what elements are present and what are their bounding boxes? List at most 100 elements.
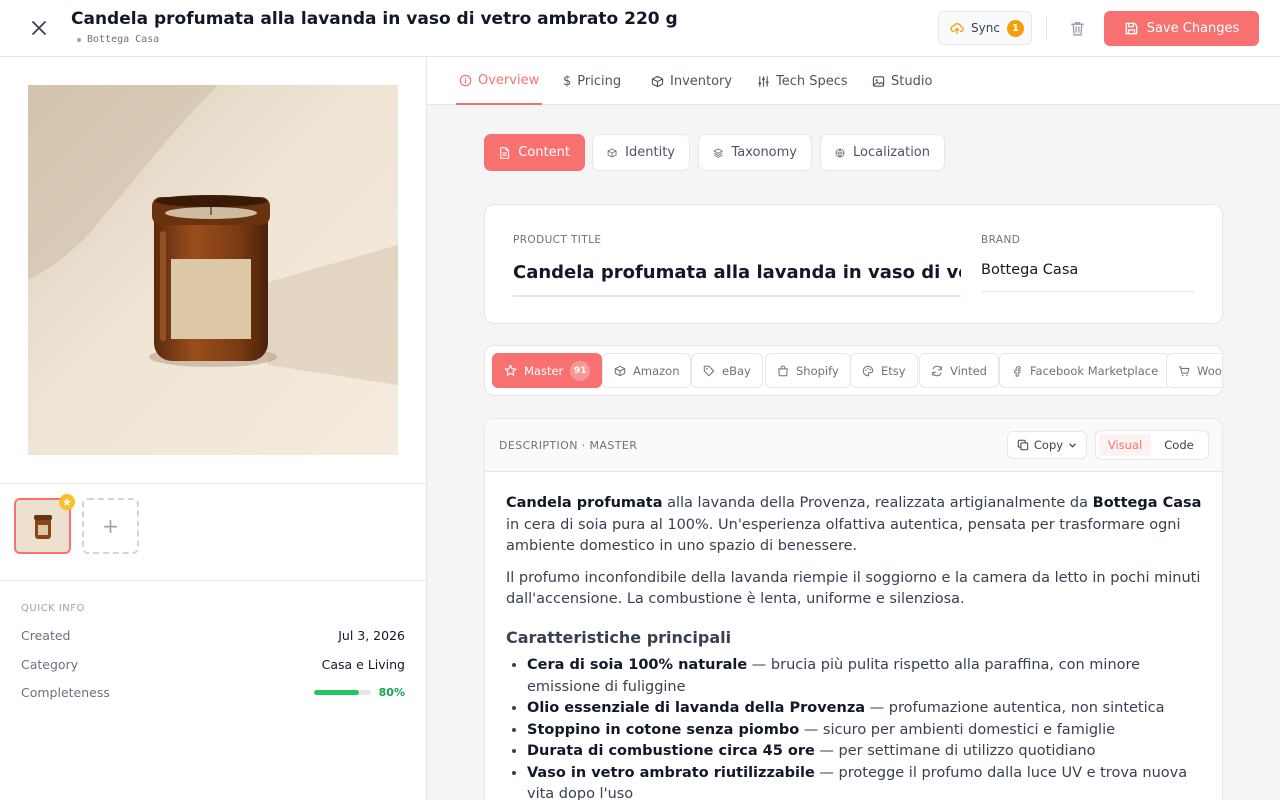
brand-label: Bottega Casa <box>87 34 160 45</box>
paragraph: Candela profumata alla lavanda della Pro… <box>506 493 1206 558</box>
tag-icon <box>703 365 715 376</box>
cloud-upload-icon <box>950 23 964 34</box>
channel-label: Vinted <box>950 363 987 378</box>
sync-button[interactable]: Sync 1 <box>938 11 1032 45</box>
description-card: DESCRIPTION · MASTER Copy Visual Code Ca… <box>484 418 1223 800</box>
tab-label: Studio <box>891 73 933 89</box>
brand-subtitle: Bottega Casa <box>77 34 159 45</box>
cube-icon <box>614 365 626 376</box>
close-button[interactable] <box>26 15 52 41</box>
score-badge: 91 <box>570 360 591 381</box>
divider <box>0 483 426 484</box>
product-image[interactable] <box>28 85 398 455</box>
save-label: Save Changes <box>1146 21 1240 36</box>
text: alla lavanda della Provenza, realizzata … <box>662 495 1093 511</box>
progress-track <box>313 690 371 695</box>
info-icon <box>459 74 472 86</box>
subtab-label: Taxonomy <box>731 145 797 160</box>
progress-fill <box>313 690 360 695</box>
visual-mode-button[interactable]: Visual <box>1099 434 1151 456</box>
code-mode-button[interactable]: Code <box>1153 434 1205 456</box>
sync-label: Sync <box>971 21 1000 35</box>
channel-shopify[interactable]: Shopify <box>765 353 851 388</box>
divider <box>1046 16 1047 40</box>
info-key: Completeness <box>21 685 110 700</box>
tab-pricing[interactable]: $ Pricing <box>563 57 621 105</box>
channel-amazon[interactable]: Amazon <box>602 353 692 388</box>
list-item: Cera di soia 100% naturale — brucia più … <box>527 655 1206 698</box>
copy-icon <box>1017 439 1029 451</box>
description-editor[interactable]: Candela profumata alla lavanda della Pro… <box>506 493 1206 800</box>
channel-label: eBay <box>722 363 751 378</box>
channel-vinted[interactable]: Vinted <box>919 353 999 388</box>
subtab-content[interactable]: Content <box>484 134 585 171</box>
shopping-bag-icon <box>778 365 788 376</box>
add-image-button[interactable]: + <box>82 498 139 554</box>
paragraph: Il profumo inconfondibile della lavanda … <box>506 569 1201 608</box>
tab-overview[interactable]: Overview <box>456 57 543 105</box>
info-key: Created <box>21 628 71 643</box>
channel-selector: Master 91 Amazon eBay Shopify Etsy Vinte… <box>484 345 1223 396</box>
tab-label: Pricing <box>577 73 622 89</box>
info-value: Casa e Living <box>321 657 405 672</box>
candle-photo <box>28 85 398 455</box>
refresh-icon <box>932 365 942 376</box>
product-title-input[interactable]: Candela profumata alla lavanda in vaso d… <box>513 262 961 297</box>
info-key: Category <box>21 657 79 672</box>
right-panel: Overview $ Pricing Inventory Tech Specs … <box>427 57 1280 800</box>
brand-label: BRAND <box>981 234 1021 246</box>
save-icon <box>1125 22 1138 35</box>
completeness-progress: 80% <box>313 685 405 700</box>
tab-inventory[interactable]: Inventory <box>651 57 732 105</box>
section-heading: Caratteristiche principali <box>506 627 732 647</box>
subtab-taxonomy[interactable]: Taxonomy <box>698 134 812 171</box>
list-item: Stoppino in cotone senza piombo — sicuro… <box>527 720 1206 742</box>
channel-label: Facebook Marketplace <box>1030 363 1159 378</box>
channel-label: Shopify <box>796 363 839 378</box>
description-title: DESCRIPTION · MASTER <box>499 439 638 452</box>
info-row-completeness: Completeness 80% <box>21 685 405 700</box>
main-tabs: Overview $ Pricing Inventory Tech Specs … <box>427 57 1280 105</box>
bold-text: Durata di combustione circa 45 ore <box>527 743 815 759</box>
channel-label: Amazon <box>633 363 680 378</box>
text: in cera di soia pura al 100%. Un'esperie… <box>506 516 1181 555</box>
layers-icon <box>713 147 723 158</box>
page-title: Candela profumata alla lavanda in vaso d… <box>71 9 678 29</box>
subtab-label: Content <box>518 145 570 160</box>
channel-master[interactable]: Master 91 <box>492 353 603 388</box>
cube-icon <box>607 148 617 157</box>
delete-button[interactable] <box>1065 16 1089 40</box>
subtab-identity[interactable]: Identity <box>592 134 690 171</box>
sync-count-badge: 1 <box>1006 19 1024 37</box>
image-icon <box>872 75 885 87</box>
feature-list: Cera di soia 100% naturale — brucia più … <box>506 655 1206 800</box>
left-panel: + QUICK INFO Created Jul 3, 2026 Categor… <box>0 57 427 800</box>
save-button[interactable]: Save Changes <box>1104 11 1259 46</box>
text: — sicuro per ambienti domestici e famigl… <box>799 721 1116 738</box>
channel-facebook-marketplace[interactable]: Facebook Marketplace <box>999 353 1171 388</box>
info-value: Jul 3, 2026 <box>338 628 405 643</box>
bold-text: Bottega Casa <box>1092 495 1202 511</box>
facebook-icon <box>1014 365 1021 377</box>
tab-tech-specs[interactable]: Tech Specs <box>757 57 848 105</box>
tab-studio[interactable]: Studio <box>872 57 932 105</box>
bold-text: Candela profumata <box>506 495 663 511</box>
dollar-icon: $ <box>563 73 572 89</box>
text: — per settimane di utilizzo quotidiano <box>814 743 1096 759</box>
brand-input[interactable]: Bottega Casa <box>981 262 1195 292</box>
tab-label: Inventory <box>670 73 733 89</box>
plus-icon: + <box>102 514 119 538</box>
box-icon <box>651 75 664 87</box>
channel-woocommerce[interactable]: WooC <box>1166 353 1222 388</box>
channel-ebay[interactable]: eBay <box>691 353 763 388</box>
primary-star-icon <box>59 494 75 510</box>
close-icon <box>32 21 46 35</box>
channel-etsy[interactable]: Etsy <box>850 353 918 388</box>
copy-button[interactable]: Copy <box>1007 431 1087 459</box>
chevron-down-icon <box>1069 443 1076 447</box>
completeness-value: 80% <box>378 686 405 699</box>
sliders-icon <box>758 75 769 87</box>
subtab-localization[interactable]: Localization <box>820 134 945 171</box>
cart-icon <box>1178 365 1190 376</box>
star-icon <box>504 364 517 376</box>
